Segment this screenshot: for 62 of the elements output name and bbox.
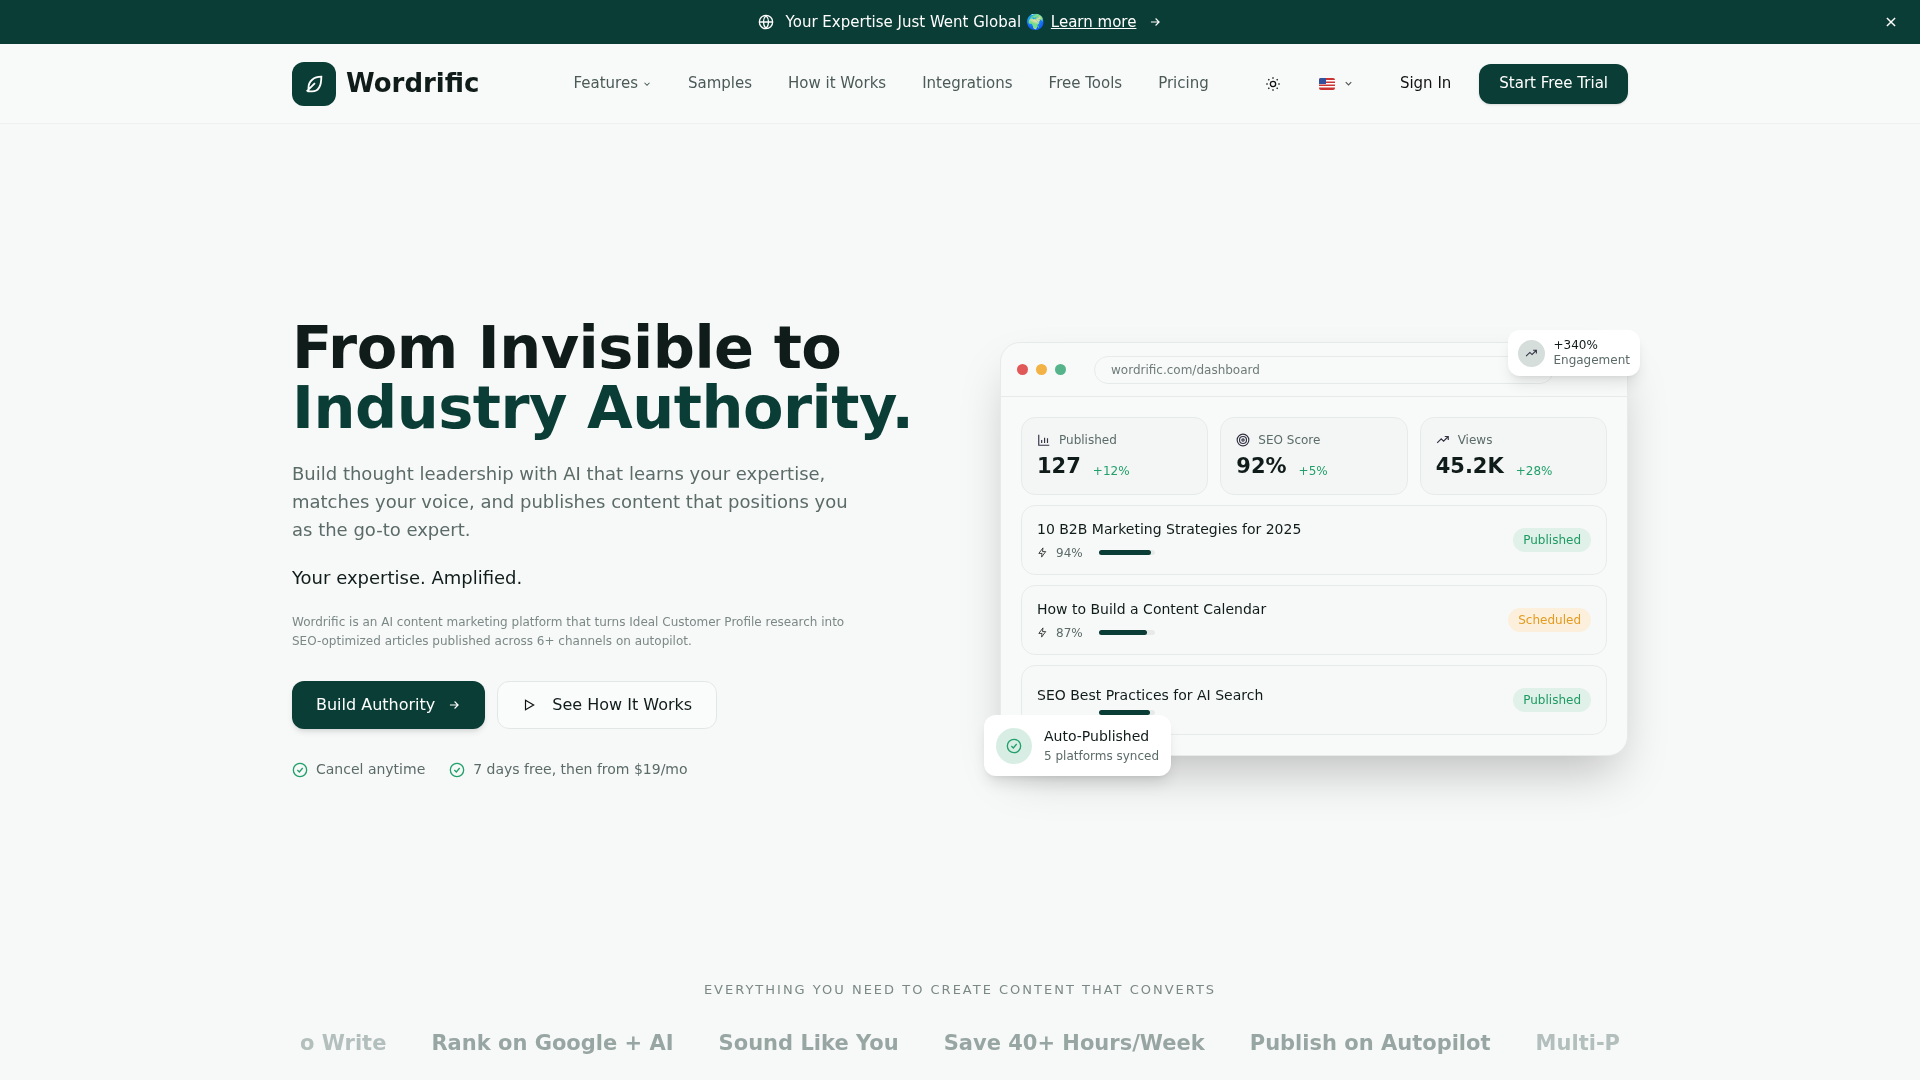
sign-in-link[interactable]: Sign In [1399, 72, 1452, 95]
announcement-text: Your Expertise Just Went Global 🌍 [785, 11, 1045, 33]
nav-link[interactable]: Integrations [922, 72, 1013, 95]
trend-up-icon [1518, 339, 1546, 367]
build-authority-button[interactable]: Build Authority [292, 681, 486, 729]
article-title: SEO Best Practices for AI Search [1037, 686, 1264, 705]
check-circle-icon [449, 761, 466, 778]
article-row[interactable]: How to Build a Content Calendar 87% Scheduled [1021, 585, 1607, 655]
stat-label: Views [1457, 432, 1493, 449]
stat-change: +28% [1515, 462, 1553, 480]
nav-link[interactable]: Samples [687, 72, 753, 95]
stat-change: +12% [1092, 462, 1130, 480]
status-badge: Published [1513, 528, 1591, 552]
language-selector[interactable] [1318, 77, 1354, 90]
feature-item: Publish on Autopilot [1249, 1029, 1491, 1057]
start-free-trial-button[interactable]: Start Free Trial [1479, 63, 1628, 104]
globe-icon [757, 14, 774, 30]
stat-change: +5% [1298, 462, 1328, 480]
article-score: 94% [1056, 544, 1083, 562]
status-badge: Scheduled [1508, 608, 1591, 632]
feature-item: Rank on Google + AI [431, 1029, 674, 1057]
stat-value: 92% [1236, 453, 1287, 480]
see-how-it-works-button[interactable]: See How It Works [497, 681, 718, 729]
popup-subtitle: 5 platforms synced [1044, 748, 1160, 765]
learn-more-link[interactable]: Learn more [1050, 10, 1137, 34]
lightning-icon [1037, 627, 1048, 638]
nav-link[interactable]: Free Tools [1048, 72, 1123, 95]
benefit-text: Cancel anytime [316, 760, 426, 779]
stat-label: Published [1059, 432, 1117, 449]
check-circle-icon [292, 761, 308, 778]
feature-item: Sound Like You [718, 1029, 899, 1057]
stat-label: SEO Score [1258, 432, 1321, 449]
stat-value: 127 [1037, 453, 1081, 480]
close-icon[interactable] [1884, 15, 1898, 29]
features-heading: EVERYTHING YOU NEED TO CREATE CONTENT THAT CONVERTS [702, 981, 1218, 999]
article-title: How to Build a Content Calendar [1037, 599, 1267, 619]
article-title: 10 B2B Marketing Strategies for 2025 [1037, 519, 1302, 539]
benefit-text: 7 days free, then from $19/mo [473, 760, 688, 779]
hero-description: Wordrific is an AI content marketing platform that turns Ideal Customer Profile research into SEO-optimized articles published across 6+ channels on autopilot. [292, 614, 846, 650]
stat-value: 45.2K [1435, 453, 1504, 480]
engagement-label: Engagement [1553, 353, 1630, 368]
article-row[interactable]: 10 B2B Marketing Strategies for 2025 94% Published [1021, 505, 1607, 575]
target-icon [1236, 433, 1251, 447]
feature-item: Save 40+ Hours/Week [943, 1029, 1205, 1057]
bar-chart-icon [1037, 433, 1051, 447]
nav-link[interactable]: Pricing [1158, 72, 1209, 95]
nav-link[interactable]: How it Works [788, 72, 887, 95]
play-icon [522, 698, 537, 712]
article-score: 87% [1056, 624, 1083, 642]
feature-item: Multi-P [1535, 1029, 1620, 1057]
logo-icon[interactable] [292, 61, 336, 106]
hero-heading: From Invisible to Industry Authority. [292, 318, 915, 438]
engagement-value: +340% [1553, 338, 1599, 353]
theme-toggle-icon[interactable] [1264, 75, 1281, 92]
flag-icon [1318, 77, 1335, 90]
hero-lead: Build thought leadership with AI that learns your expertise, matches your voice, and publishes content that positions you as the go-to expert. [292, 462, 849, 542]
status-badge: Published [1513, 688, 1591, 712]
nav-link[interactable]: Features [573, 72, 652, 95]
hero-tagline: Your expertise. Amplified. [292, 566, 524, 590]
brand-name[interactable]: Wordrific [346, 64, 480, 103]
feature-item: o Write [300, 1029, 387, 1057]
lightning-icon [1037, 547, 1048, 558]
